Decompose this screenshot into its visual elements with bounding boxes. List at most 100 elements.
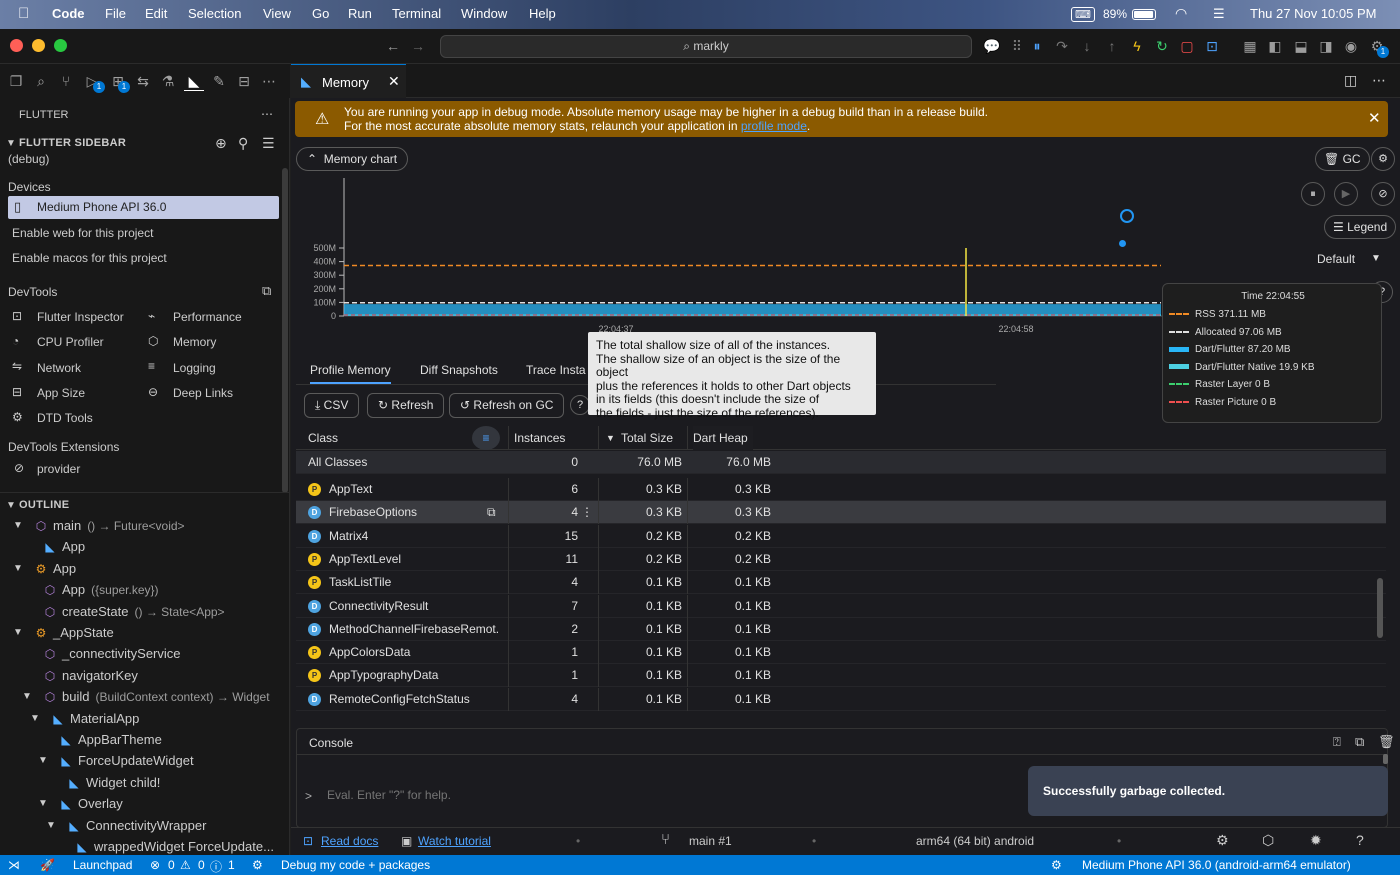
zoom-window-button[interactable] [54, 39, 67, 52]
control-center-icon[interactable]: ☰ [1213, 6, 1225, 22]
footer-help-icon[interactable]: ? [1356, 832, 1364, 848]
outline-chevron-icon[interactable]: ▼ [38, 798, 48, 809]
table-row[interactable]: P AppTypographyData 1 0.1 KB 0.1 KB [296, 664, 1386, 688]
clear-chart-icon[interactable]: ⊘ [1371, 182, 1395, 206]
step-into-icon[interactable]: ↓ [1078, 37, 1096, 55]
outline-item[interactable]: ⬡ _connectivityService [42, 643, 181, 664]
step-over-icon[interactable]: ↷ [1053, 37, 1071, 55]
info-count[interactable]: 1 [228, 858, 235, 872]
legend-button[interactable]: ☰ Legend [1324, 215, 1397, 239]
tab-trace-instances[interactable]: Trace Insta [526, 363, 586, 377]
stop-icon[interactable]: ▢ [1178, 37, 1196, 55]
flutter-tool-icon[interactable]: ⚲ [238, 135, 248, 152]
outline-item[interactable]: ⬡ createState () → State<App> [42, 601, 225, 622]
memory-settings-icon[interactable]: ⚙ [1371, 147, 1395, 171]
error-count[interactable]: 0 [168, 858, 175, 872]
enable-macos-link[interactable]: Enable macos for this project [12, 251, 167, 265]
devtools-cpu-profiler[interactable]: CPU Profiler [37, 335, 104, 349]
split-editor-icon[interactable]: ◫ [1344, 72, 1357, 89]
devtools-performance[interactable]: Performance [173, 310, 242, 324]
memory-chart-toggle[interactable]: ⌃ Memory chart [296, 147, 409, 171]
menu-terminal[interactable]: Terminal [392, 6, 441, 21]
outline-item[interactable]: ◣ App [42, 536, 85, 557]
tab-memory[interactable]: ◣ Memory ✕ [291, 64, 406, 98]
clock[interactable]: Thu 27 Nov 10:05 PM [1250, 6, 1376, 21]
remote-icon[interactable]: ⋊ [8, 858, 20, 872]
pause-debug-icon[interactable]: ⏸ [1028, 37, 1046, 55]
menu-run[interactable]: Run [348, 6, 372, 21]
outline-chevron-icon[interactable]: ▼ [38, 755, 48, 766]
footer-extensions-icon[interactable]: ⬡ [1262, 832, 1274, 849]
menu-view[interactable]: View [263, 6, 291, 21]
forward-arrow-icon[interactable]: → [409, 37, 427, 55]
drag-handle-icon[interactable]: ⠿ [1008, 37, 1026, 55]
table-row[interactable]: D ConnectivityResult 7 0.1 KB 0.1 KB [296, 594, 1386, 618]
close-icon[interactable]: ✕ [388, 73, 400, 90]
flutter-sidebar-title[interactable]: FLUTTER SIDEBAR [19, 137, 126, 149]
row-menu-icon[interactable]: ⋮ [581, 501, 593, 524]
csv-button[interactable]: ⤓ CSV [304, 393, 360, 418]
resume-chart-icon[interactable]: ▶ [1334, 182, 1358, 206]
table-scrollbar[interactable] [1377, 578, 1383, 638]
devtools-logging[interactable]: Logging [173, 361, 216, 375]
devtools-memory[interactable]: Memory [173, 335, 216, 349]
wifi-icon[interactable]: ◠ [1175, 5, 1187, 22]
table-row[interactable]: D RemoteConfigFetchStatus 4 0.1 KB 0.1 KB [296, 687, 1386, 711]
explorer-icon[interactable]: ❐ [6, 71, 26, 91]
footer-settings-icon[interactable]: ⚙ [1216, 832, 1229, 849]
outline-item[interactable]: ◣ ConnectivityWrapper [66, 815, 206, 836]
col-instances[interactable]: Instances [514, 426, 565, 450]
layout-icon[interactable]: ▦ [1241, 37, 1259, 55]
profile-mode-link[interactable]: profile mode [741, 119, 807, 133]
source-control-icon[interactable]: ⑂ [56, 71, 76, 91]
close-banner-icon[interactable]: ✕ [1368, 109, 1381, 127]
profile-help-icon[interactable]: ? [570, 395, 590, 415]
back-arrow-icon[interactable]: ← [384, 37, 402, 55]
restart-icon[interactable]: ↻ [1153, 37, 1171, 55]
extension-provider[interactable]: provider [37, 462, 80, 476]
outline-chevron-icon[interactable]: ▼ [22, 691, 32, 702]
account-icon[interactable]: ◉ [1342, 37, 1360, 55]
bug-report-icon[interactable]: ✹ [1310, 832, 1322, 849]
watch-tutorial-link[interactable]: Watch tutorial [418, 834, 491, 848]
outline-item[interactable]: ⚙ App [33, 558, 77, 579]
open-external-icon[interactable]: ⧉ [262, 283, 271, 299]
outline-chevron-icon[interactable]: ▼ [46, 820, 56, 831]
delete-icon[interactable]: 🗑 [1378, 734, 1395, 750]
table-row[interactable]: D Matrix4 15 0.2 KB 0.2 KB [296, 524, 1386, 548]
table-row[interactable]: P AppTextLevel 11 0.2 KB 0.2 KB [296, 547, 1386, 571]
apple-icon[interactable]:  [18, 5, 29, 22]
console-eval-input[interactable] [327, 784, 1027, 806]
interval-dropdown[interactable]: Default ▼ [1301, 247, 1386, 271]
memory-chart[interactable]: 500M400M300M200M100M022:04:37 22:04:58 [296, 178, 1166, 338]
hot-reload-icon[interactable]: ϟ [1128, 37, 1146, 55]
table-row[interactable]: P AppText 6 0.3 KB 0.3 KB [296, 478, 1386, 501]
sidebar-more-icon[interactable]: ⋯ [261, 107, 273, 121]
tab-diff-snapshots[interactable]: Diff Snapshots [420, 363, 498, 377]
menu-selection[interactable]: Selection [188, 6, 241, 21]
menu-app-name[interactable]: Code [52, 6, 85, 21]
input-source-icon[interactable]: ⌨ [1071, 7, 1095, 22]
table-row[interactable]: P TaskListTile 4 0.1 KB 0.1 KB [296, 571, 1386, 595]
menu-window[interactable]: Window [461, 6, 507, 21]
chevron-down-icon[interactable]: ▼ [6, 138, 16, 149]
enable-web-link[interactable]: Enable web for this project [12, 226, 153, 240]
outline-chevron-icon[interactable]: ▼ [13, 627, 23, 638]
battery-icon[interactable] [1132, 9, 1156, 20]
outline-chevron-icon[interactable]: ▼ [13, 520, 23, 531]
devtools-network[interactable]: Network [37, 361, 81, 375]
toggle-secondary-sidebar-icon[interactable]: ◨ [1317, 37, 1335, 55]
search-view-icon[interactable]: ⌕ [31, 71, 51, 91]
devtools-dtd-tools[interactable]: DTD Tools [37, 411, 93, 425]
copy-icon[interactable]: ⧉ [487, 501, 496, 524]
menu-file[interactable]: File [105, 6, 126, 21]
toggle-sidebar-icon[interactable]: ◧ [1266, 37, 1284, 55]
console-help-icon[interactable]: ⍰ [1333, 734, 1341, 750]
menu-go[interactable]: Go [312, 6, 329, 21]
read-docs-link[interactable]: Read docs [321, 834, 378, 848]
refresh-on-gc-toggle[interactable]: ↺ Refresh on GC [449, 393, 565, 418]
table-row[interactable]: P AppColorsData 1 0.1 KB 0.1 KB [296, 641, 1386, 665]
outline-chevron-icon[interactable]: ▼ [6, 500, 16, 511]
preview-icon[interactable]: ⊟ [234, 71, 254, 91]
testing-icon[interactable]: ⚗ [158, 71, 178, 91]
